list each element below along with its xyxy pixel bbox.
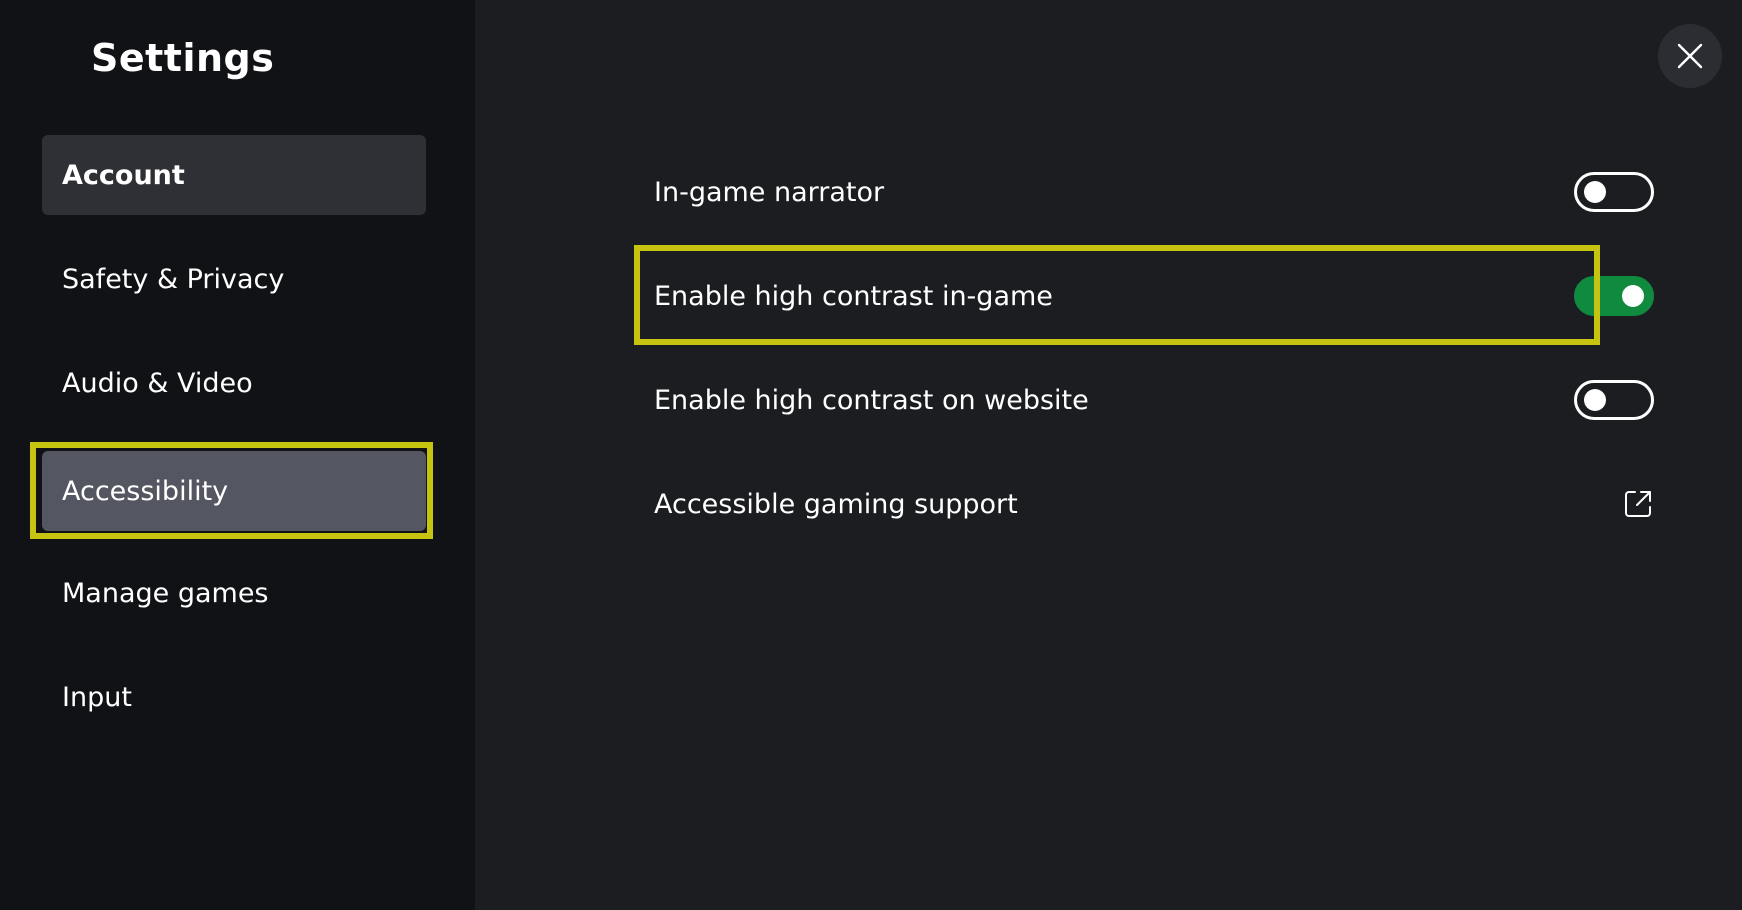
setting-label: Enable high contrast in-game	[654, 280, 1053, 312]
sidebar-item-manage-games[interactable]: Manage games	[42, 553, 426, 633]
toggle-knob	[1622, 285, 1644, 307]
sidebar-item-label: Account	[62, 159, 185, 191]
setting-row-high-contrast-website: Enable high contrast on website	[654, 360, 1654, 440]
sidebar-item-input[interactable]: Input	[42, 657, 426, 737]
setting-label: In-game narrator	[654, 176, 885, 208]
sidebar-item-audio-video[interactable]: Audio & Video	[42, 343, 426, 423]
close-icon	[1677, 43, 1703, 69]
high-contrast-in-game-toggle[interactable]	[1574, 276, 1654, 316]
sidebar-item-account[interactable]: Account	[42, 135, 426, 215]
setting-row-in-game-narrator: In-game narrator	[654, 152, 1654, 232]
toggle-knob	[1584, 389, 1606, 411]
setting-label: Enable high contrast on website	[654, 384, 1089, 416]
sidebar-item-accessibility[interactable]: Accessibility	[42, 451, 426, 531]
setting-label: Accessible gaming support	[654, 488, 1018, 520]
settings-window: Settings Account Safety & Privacy Audio …	[0, 0, 1742, 910]
sidebar-item-safety-privacy[interactable]: Safety & Privacy	[42, 239, 426, 319]
close-button[interactable]	[1658, 24, 1722, 88]
high-contrast-website-toggle[interactable]	[1574, 380, 1654, 420]
sidebar-item-label: Safety & Privacy	[62, 263, 285, 295]
settings-panel: In-game narrator Enable high contrast in…	[475, 0, 1742, 910]
sidebar-item-label: Accessibility	[62, 475, 229, 507]
setting-row-accessible-gaming-support[interactable]: Accessible gaming support	[654, 464, 1654, 544]
toggle-knob	[1584, 181, 1606, 203]
in-game-narrator-toggle[interactable]	[1574, 172, 1654, 212]
sidebar-item-label: Input	[62, 681, 132, 713]
sidebar: Settings Account Safety & Privacy Audio …	[0, 0, 475, 910]
page-title: Settings	[91, 36, 275, 80]
setting-row-high-contrast-in-game: Enable high contrast in-game	[654, 256, 1654, 336]
external-link-icon	[1625, 491, 1651, 517]
sidebar-item-label: Manage games	[62, 577, 269, 609]
sidebar-item-label: Audio & Video	[62, 367, 253, 399]
accessible-gaming-support-link[interactable]	[1622, 488, 1654, 520]
